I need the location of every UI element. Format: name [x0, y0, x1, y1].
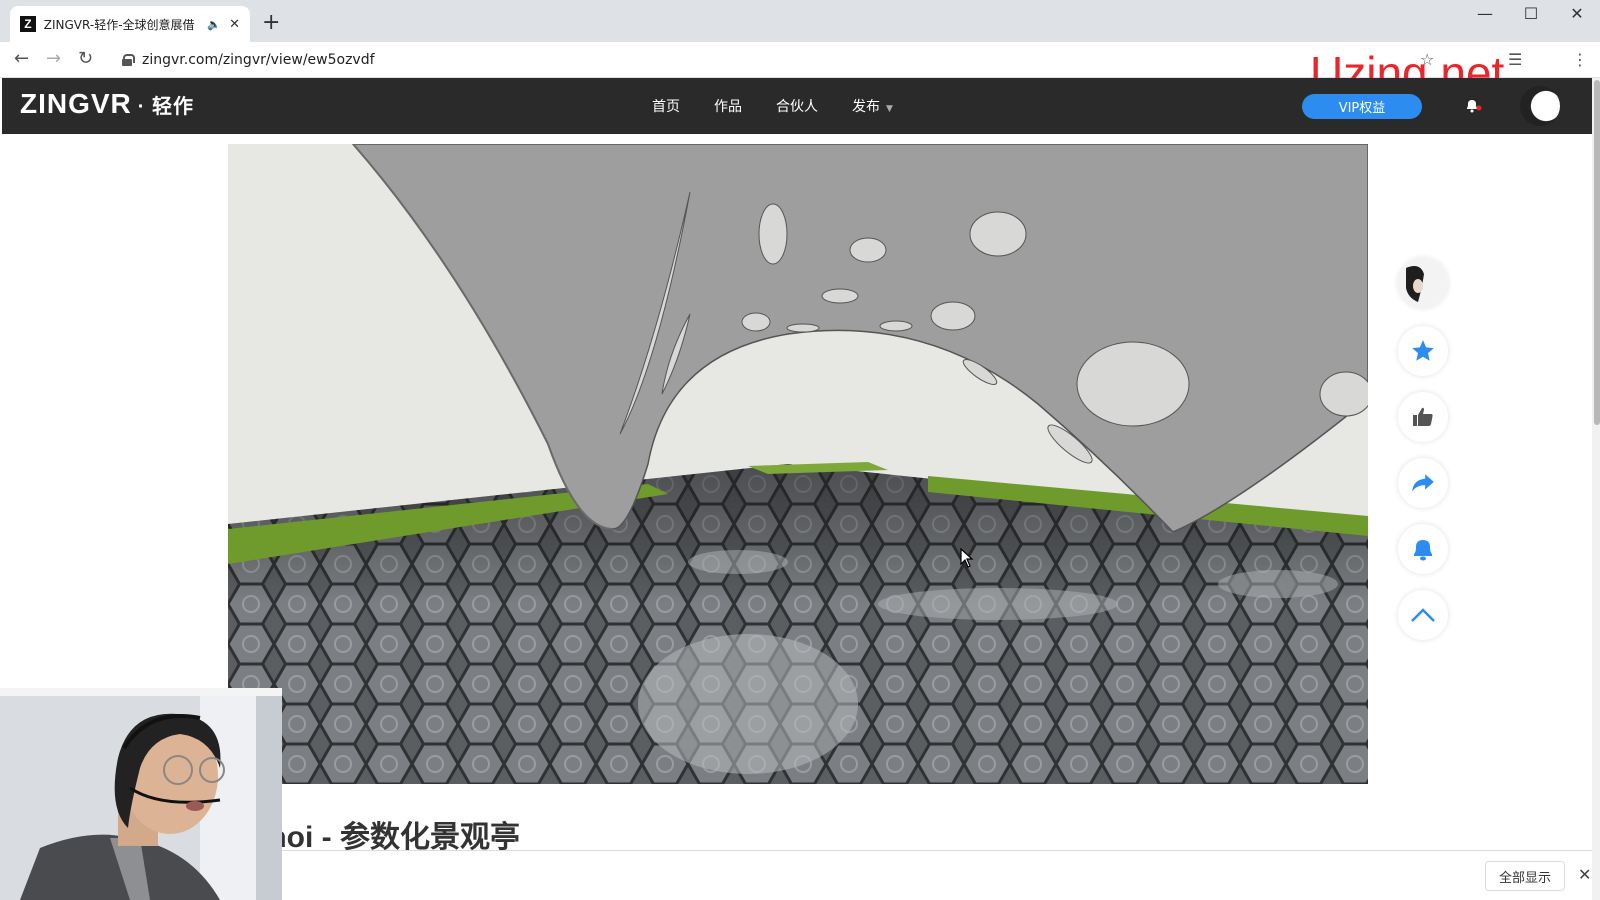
lock-icon[interactable]	[122, 54, 135, 66]
scrollbar-thumb[interactable]	[1594, 80, 1600, 425]
site-header: ZINGVR · 轻作 首页 作品 合伙人 发布 ▼ VIP权益	[2, 78, 1592, 134]
thumbs-up-icon	[1413, 407, 1433, 426]
author-avatar[interactable]	[1398, 258, 1448, 308]
chevron-up-icon	[1411, 608, 1435, 622]
site-logo[interactable]: ZINGVR · 轻作	[20, 88, 194, 120]
notify-button[interactable]	[1398, 524, 1448, 574]
chevron-down-icon: ▼	[886, 104, 893, 114]
forward-button[interactable]: →	[46, 48, 61, 69]
nav-item-publish[interactable]: 发布 ▼	[852, 96, 893, 116]
nav-item-home[interactable]: 首页	[652, 96, 680, 116]
extensions-icon[interactable]: ☰	[1508, 50, 1522, 69]
logo-subtitle: · 轻作	[137, 96, 194, 118]
author-avatar-icon	[1398, 258, 1448, 308]
close-download-bar-icon[interactable]: ✕	[1578, 865, 1591, 884]
tab-close-icon[interactable]: ✕	[229, 17, 240, 32]
back-to-top-button[interactable]	[1398, 590, 1448, 640]
minimize-button[interactable]: —	[1462, 4, 1508, 23]
maximize-button[interactable]: ☐	[1508, 4, 1554, 23]
browser-menu-icon[interactable]: ⋮	[1572, 50, 1588, 69]
tab-title: ZINGVR-轻作-全球创意展借	[43, 17, 195, 32]
site-favicon-icon: Z	[20, 16, 36, 32]
download-bar: 全部显示 ✕	[282, 850, 1592, 900]
nav-item-partners[interactable]: 合伙人	[776, 96, 818, 116]
user-avatar[interactable]	[1520, 86, 1560, 126]
star-icon	[1412, 340, 1434, 361]
browser-tab[interactable]: Z ZINGVR-轻作-全球创意展借 🔈 ✕	[10, 6, 250, 42]
show-all-downloads-button[interactable]: 全部显示	[1485, 861, 1565, 891]
new-tab-button[interactable]: +	[262, 10, 280, 35]
like-button[interactable]	[1398, 392, 1448, 442]
browser-tab-strip: Z ZINGVR-轻作-全球创意展借 🔈 ✕ + — ☐ ✕	[0, 0, 1600, 42]
webcam-overlay	[0, 688, 282, 900]
scene-render	[228, 144, 1368, 784]
audio-playing-icon[interactable]: 🔈	[207, 18, 221, 31]
close-window-button[interactable]: ✕	[1554, 4, 1600, 23]
share-icon	[1412, 474, 1434, 492]
vip-button[interactable]: VIP权益	[1302, 94, 1422, 119]
back-button[interactable]: ←	[14, 48, 29, 69]
logo-text: ZINGVR	[20, 88, 132, 119]
nav-publish-label: 发布	[852, 99, 880, 115]
address-bar[interactable]: zingvr.com/zingvr/view/ew5ozvdf	[112, 45, 1472, 75]
bell-icon	[1414, 540, 1432, 561]
favorite-button[interactable]	[1398, 326, 1448, 376]
url-text: zingvr.com/zingvr/view/ew5ozvdf	[142, 52, 375, 68]
notification-bell-icon[interactable]	[1464, 96, 1482, 114]
mouse-cursor-icon	[960, 548, 974, 568]
presenter-video	[0, 688, 282, 900]
main-nav: 首页 作品 合伙人 发布 ▼	[652, 96, 893, 116]
reload-button[interactable]: ↻	[78, 48, 93, 69]
share-button[interactable]	[1398, 458, 1448, 508]
nav-item-works[interactable]: 作品	[714, 96, 742, 116]
vr-3d-viewer[interactable]	[228, 144, 1368, 784]
